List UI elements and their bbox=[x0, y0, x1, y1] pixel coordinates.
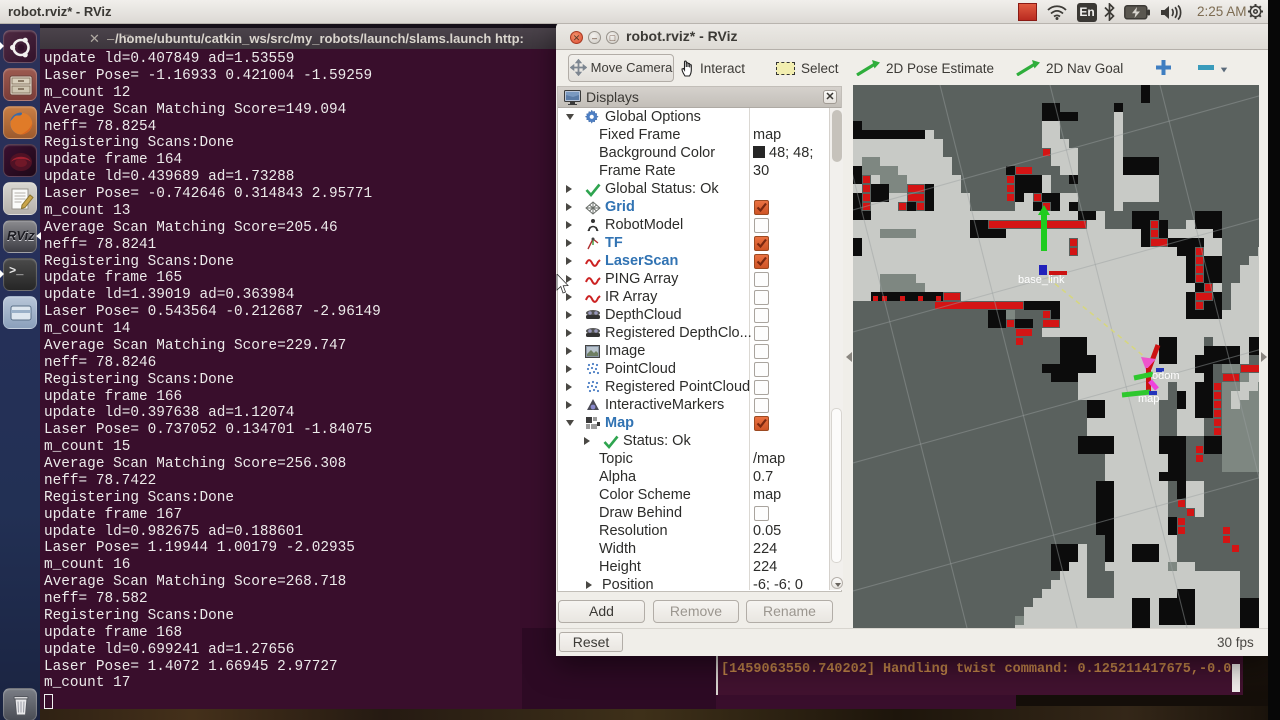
svg-text:map: map bbox=[1138, 393, 1159, 405]
svg-text:odom: odom bbox=[1152, 370, 1180, 382]
svg-text:base_link: base_link bbox=[1018, 274, 1065, 286]
